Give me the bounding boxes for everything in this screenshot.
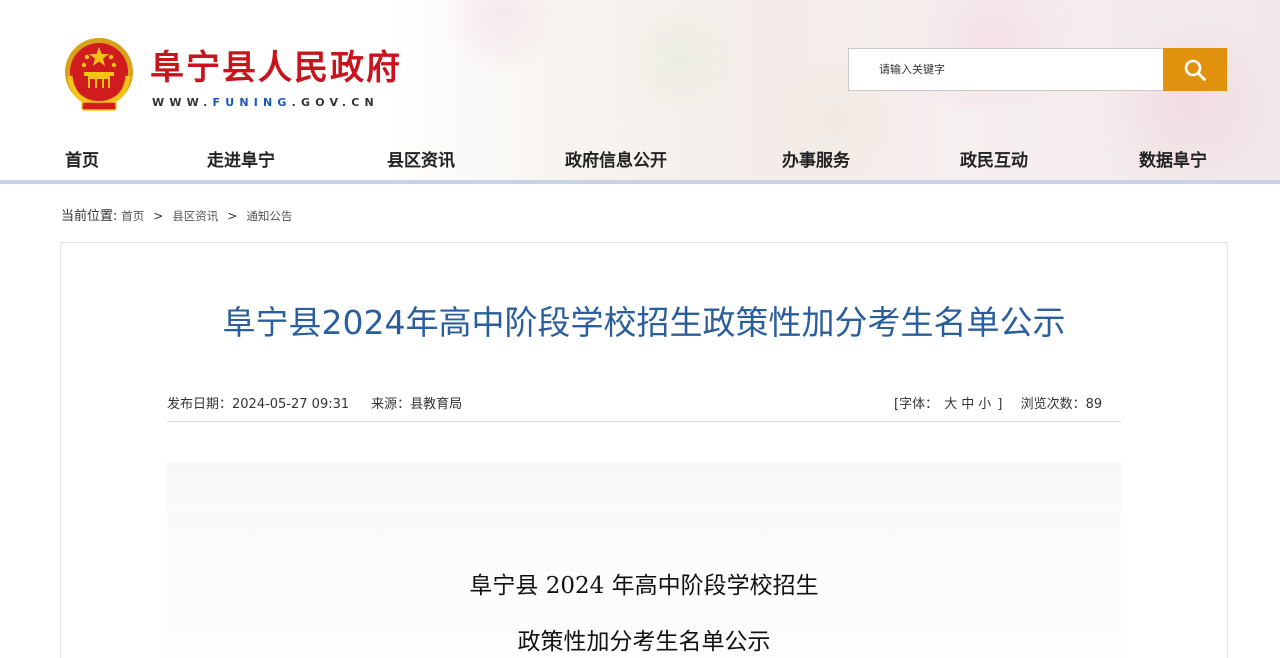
breadcrumb-separator: > xyxy=(227,209,238,223)
breadcrumb-link-home[interactable]: 首页 xyxy=(121,209,144,223)
view-count: 浏览次数：89 xyxy=(1020,397,1103,412)
site-title[interactable]: 阜宁县人民政府 xyxy=(150,40,402,89)
meta-divider xyxy=(167,421,1121,422)
breadcrumb: 当前位置: 首页 > 县区资讯 > 通知公告 xyxy=(61,205,292,224)
site-url-highlight: FUNING xyxy=(212,96,292,109)
article-meta: 发布日期：2024-05-27 09:31 来源：县教育局 xyxy=(167,393,462,412)
document-heading-line-2: 政策性加分考生名单公示 xyxy=(517,629,771,655)
site-url-suffix: .GOV.CN xyxy=(291,96,379,109)
search-icon xyxy=(1184,59,1206,81)
search-input[interactable] xyxy=(849,49,1163,90)
nav-item-home[interactable]: 首页 xyxy=(65,146,99,171)
nav-item-interaction[interactable]: 政民互动 xyxy=(960,146,1028,171)
breadcrumb-label: 当前位置: xyxy=(61,209,118,224)
nav-item-county-news[interactable]: 县区资讯 xyxy=(387,146,455,171)
nav-item-gov-info[interactable]: 政府信息公开 xyxy=(565,146,667,171)
nav-item-about-funing[interactable]: 走进阜宁 xyxy=(207,146,275,171)
background-flower-decoration xyxy=(430,0,570,70)
search-button[interactable] xyxy=(1163,48,1227,91)
nav-item-services[interactable]: 办事服务 xyxy=(782,146,850,171)
font-size-small[interactable]: 小 xyxy=(978,397,991,412)
document-image: 阜宁县 2024 年高中阶段学校招生 政策性加分考生名单公示 xyxy=(167,462,1121,658)
font-size-label-close: ] xyxy=(997,397,1003,412)
background-flower-decoration xyxy=(620,10,740,110)
font-size-large[interactable]: 大 xyxy=(944,397,957,412)
nav-divider xyxy=(0,180,1280,184)
site-url-prefix: WWW. xyxy=(152,96,213,109)
font-size-label-open: [字体： xyxy=(894,397,939,412)
font-size-medium[interactable]: 中 xyxy=(961,397,974,412)
article-source: 来源：县教育局 xyxy=(371,397,463,412)
search-box xyxy=(848,48,1164,91)
breadcrumb-separator: > xyxy=(153,209,164,223)
article-tools: [字体： 大中小 ] 浏览次数：89 xyxy=(894,393,1102,412)
main-nav: 首页 走进阜宁 县区资讯 政府信息公开 办事服务 政民互动 数据阜宁 xyxy=(0,138,1280,180)
site-url: WWW.FUNING.GOV.CN xyxy=(152,96,379,109)
breadcrumb-link-notices[interactable]: 通知公告 xyxy=(246,209,292,223)
national-emblem-icon[interactable] xyxy=(62,36,136,112)
breadcrumb-link-county-news[interactable]: 县区资讯 xyxy=(172,209,218,223)
nav-item-data[interactable]: 数据阜宁 xyxy=(1139,146,1207,171)
article-title: 阜宁县2024年高中阶段学校招生政策性加分考生名单公示 xyxy=(222,303,1066,342)
publish-date: 发布日期：2024-05-27 09:31 xyxy=(167,397,350,412)
document-heading-line-1: 阜宁县 2024 年高中阶段学校招生 xyxy=(469,573,819,599)
